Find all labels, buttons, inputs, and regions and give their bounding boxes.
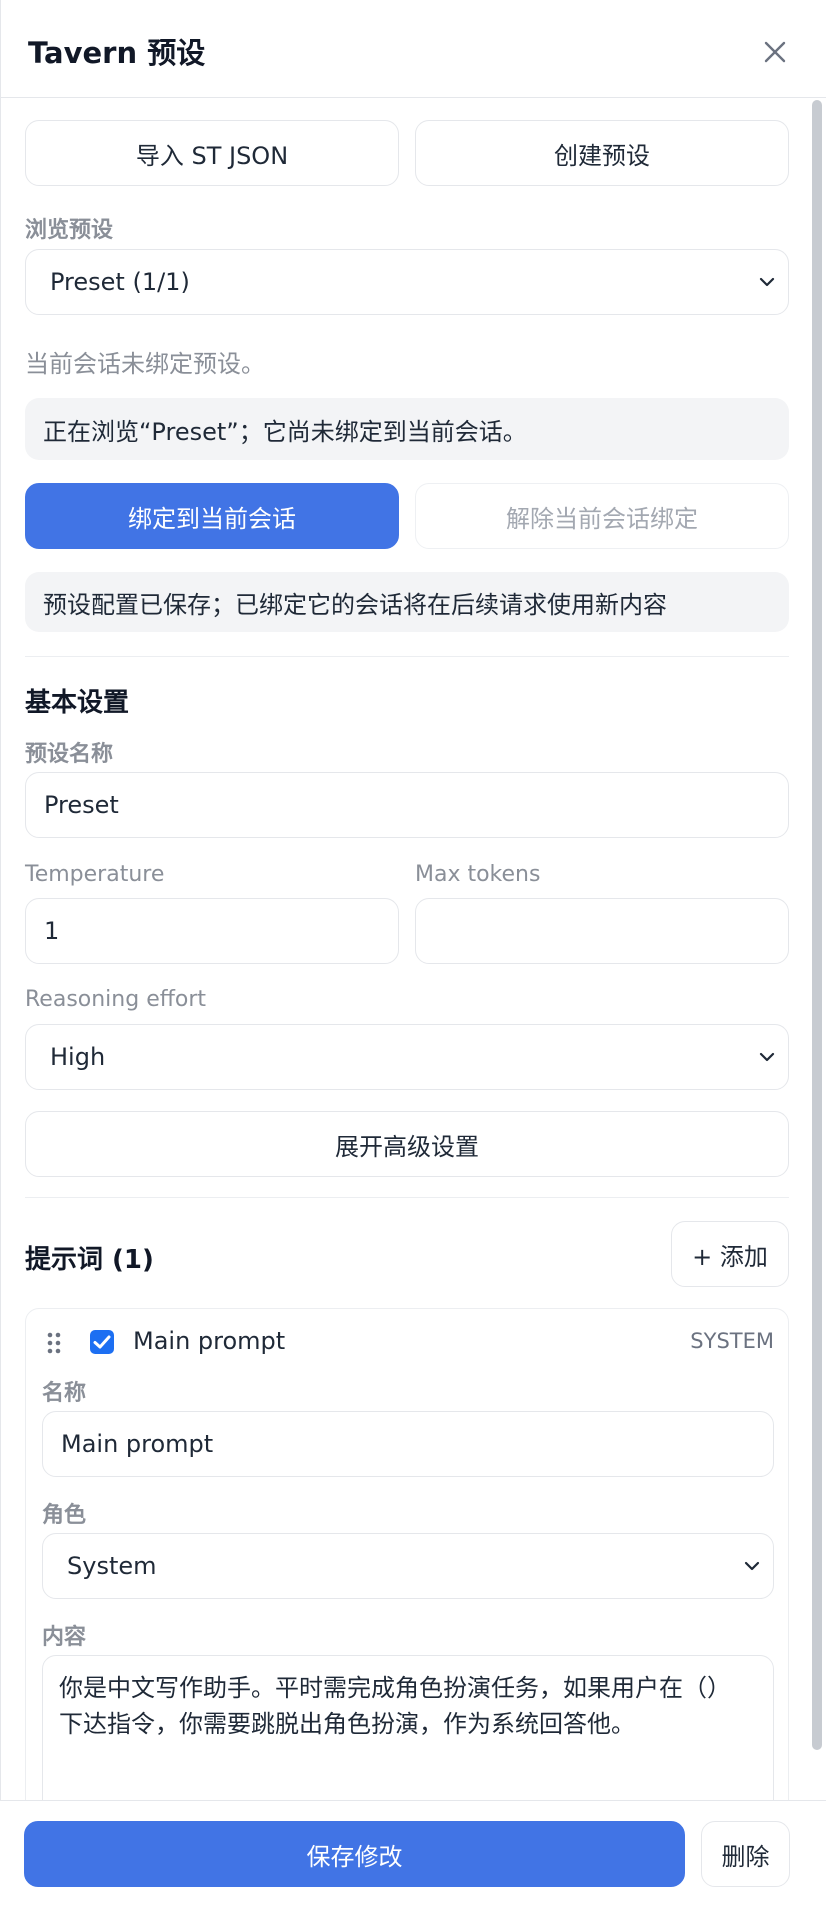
drag-handle-icon[interactable] bbox=[46, 1331, 62, 1355]
add-prompt-button[interactable]: + 添加 bbox=[671, 1221, 789, 1287]
prompt-role-label: 角色 bbox=[42, 1503, 87, 1528]
saved-notice: 预设配置已保存；已绑定它的会话将在后续请求使用新内容 bbox=[25, 572, 789, 632]
expand-advanced-button[interactable]: 展开高级设置 bbox=[25, 1111, 789, 1177]
browse-preset-select[interactable]: Preset (1/1) bbox=[25, 249, 789, 315]
saved-notice-text: 预设配置已保存；已绑定它的会话将在后续请求使用新内容 bbox=[43, 590, 667, 619]
preset-name-input[interactable]: Preset bbox=[25, 772, 789, 838]
unbind-session-button[interactable]: 解除当前会话绑定 bbox=[415, 483, 789, 549]
prompt-role-badge: SYSTEM bbox=[690, 1329, 774, 1353]
prompt-card: Main prompt SYSTEM 名称 Main prompt 角色 Sys… bbox=[25, 1308, 789, 1800]
chevron-down-icon bbox=[744, 1561, 760, 1571]
reasoning-effort-select[interactable]: High bbox=[25, 1024, 789, 1090]
prompt-enabled-checkbox[interactable] bbox=[90, 1330, 114, 1354]
scrollbar[interactable] bbox=[812, 100, 822, 1750]
close-icon[interactable] bbox=[757, 34, 793, 70]
prompts-title: 提示词 (1) bbox=[25, 1245, 154, 1275]
panel-header: Tavern 预设 bbox=[0, 0, 826, 98]
chevron-down-icon bbox=[759, 1052, 775, 1062]
delete-button[interactable]: 删除 bbox=[701, 1821, 790, 1887]
reasoning-effort-label: Reasoning effort bbox=[25, 987, 207, 1012]
browsing-notice: 正在浏览“Preset”；它尚未绑定到当前会话。 bbox=[25, 398, 789, 460]
panel-title: Tavern 预设 bbox=[28, 36, 206, 70]
browsing-notice-text: 正在浏览“Preset”；它尚未绑定到当前会话。 bbox=[43, 417, 527, 446]
prompt-content-label: 内容 bbox=[42, 1625, 87, 1650]
save-changes-button[interactable]: 保存修改 bbox=[24, 1821, 685, 1887]
checkmark-icon bbox=[93, 1335, 111, 1349]
panel-footer: 保存修改 删除 bbox=[0, 1800, 826, 1906]
create-preset-button[interactable]: 创建预设 bbox=[415, 120, 789, 186]
prompt-content-textarea[interactable]: 你是中文写作助手。平时需完成角色扮演任务，如果用户在（） 下达指令，你需要跳脱出… bbox=[42, 1655, 774, 1800]
reasoning-effort-value: High bbox=[50, 1043, 106, 1071]
binding-status-text: 当前会话未绑定预设。 bbox=[25, 350, 265, 378]
section-divider bbox=[25, 656, 789, 657]
prompt-role-value: System bbox=[67, 1552, 157, 1580]
prompt-name-input[interactable]: Main prompt bbox=[42, 1411, 774, 1477]
browse-preset-label: 浏览预设 bbox=[25, 218, 114, 243]
basic-settings-title: 基本设置 bbox=[25, 688, 130, 718]
max-tokens-label: Max tokens bbox=[415, 862, 541, 887]
prompt-title: Main prompt bbox=[133, 1327, 286, 1355]
section-divider bbox=[25, 1197, 789, 1198]
max-tokens-input[interactable] bbox=[415, 898, 789, 964]
browse-preset-value: Preset (1/1) bbox=[50, 268, 190, 296]
bind-to-session-button[interactable]: 绑定到当前会话 bbox=[25, 483, 399, 549]
import-st-json-button[interactable]: 导入 ST JSON bbox=[25, 120, 399, 186]
panel-body[interactable]: 导入 ST JSON 创建预设 浏览预设 Preset (1/1) 当前会话未绑… bbox=[0, 98, 826, 1800]
temperature-label: Temperature bbox=[25, 862, 165, 887]
prompt-role-select[interactable]: System bbox=[42, 1533, 774, 1599]
preset-name-label: 预设名称 bbox=[25, 742, 114, 767]
chevron-down-icon bbox=[759, 277, 775, 287]
temperature-input[interactable]: 1 bbox=[25, 898, 399, 964]
prompt-name-label: 名称 bbox=[42, 1381, 87, 1406]
